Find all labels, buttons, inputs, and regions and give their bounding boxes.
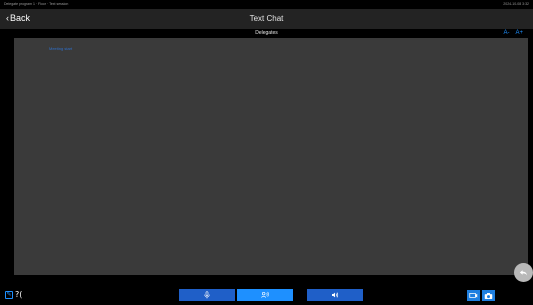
status-bar: Delegate program 1 · Floor · Text sessio… [0, 0, 533, 8]
font-decrease-button[interactable]: A- [503, 30, 509, 36]
status-right-text: 2024-10-08 3:32 [503, 2, 529, 6]
microphone-button[interactable] [179, 289, 235, 301]
speaker-icon [332, 292, 339, 298]
speech-button[interactable] [237, 289, 293, 301]
font-increase-button[interactable]: A+ [515, 30, 523, 36]
camera-button[interactable] [482, 290, 495, 301]
camera-icon [484, 292, 493, 299]
edit-icon[interactable]: ✎ [5, 290, 13, 299]
reply-icon [519, 270, 528, 276]
language-icon[interactable]: ?( [15, 290, 22, 299]
sub-header: Delegates [0, 29, 533, 38]
page-subtitle: Delegates [255, 30, 278, 36]
font-size-controls: A- A+ [503, 30, 523, 36]
speaker-button[interactable] [307, 289, 363, 301]
speech-icon [261, 291, 269, 298]
status-left-text: Delegate program 1 · Floor · Text sessio… [4, 2, 69, 6]
reply-button[interactable] [514, 263, 533, 282]
left-icons: ✎ ?( [5, 290, 22, 299]
page-title: Text Chat [249, 14, 284, 23]
screen-share-button[interactable] [467, 290, 480, 301]
microphone-icon [204, 291, 210, 299]
chat-panel[interactable]: Meeting start [14, 38, 528, 275]
title-bar: ‹ Back Text Chat [0, 9, 533, 29]
media-buttons [467, 290, 495, 301]
chat-message: Meeting start [49, 46, 73, 51]
bottom-toolbar: ✎ ?( [0, 284, 533, 305]
screen-share-icon [469, 292, 478, 298]
